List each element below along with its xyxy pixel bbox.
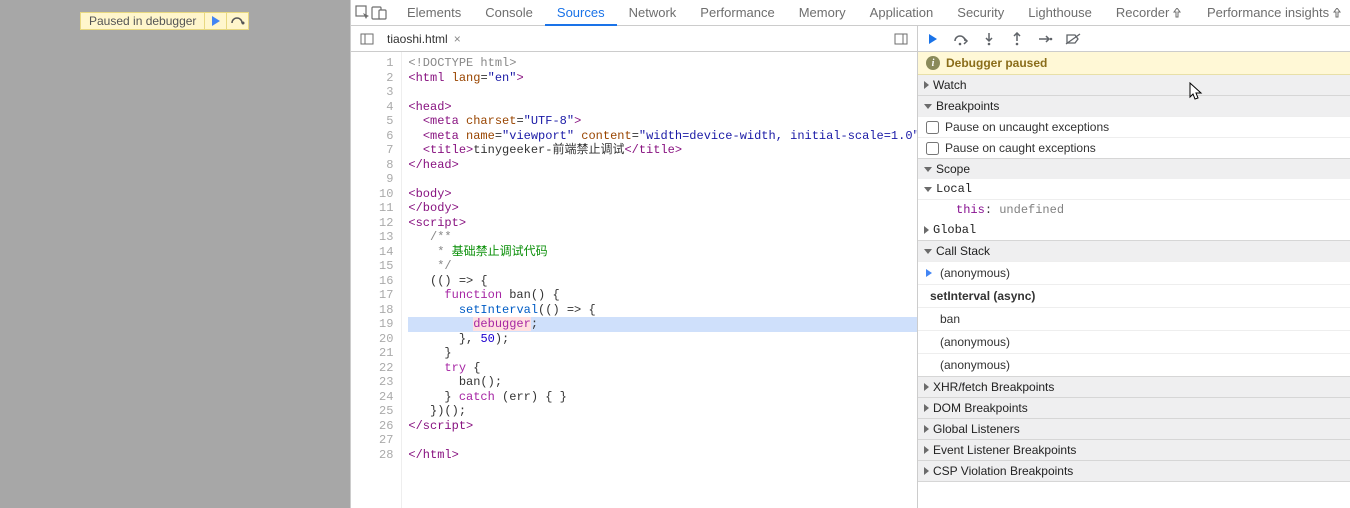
pause-caught-row[interactable]: Pause on caught exceptions: [918, 137, 1350, 158]
callstack-frame[interactable]: (anonymous): [918, 261, 1350, 284]
paused-badge-label: Paused in debugger: [81, 14, 204, 28]
step-into-icon[interactable]: [978, 28, 1000, 50]
deactivate-breakpoints-icon[interactable]: [1062, 28, 1084, 50]
event-listener-panel: Event Listener Breakpoints: [918, 440, 1350, 461]
pause-caught-checkbox[interactable]: [926, 142, 939, 155]
scope-header[interactable]: Scope: [918, 159, 1350, 179]
more-options-icon[interactable]: [889, 26, 913, 52]
callstack-frame[interactable]: (anonymous): [918, 353, 1350, 376]
callstack-async-header: setInterval (async): [918, 284, 1350, 307]
callstack-frame[interactable]: (anonymous): [918, 330, 1350, 353]
tab-application[interactable]: Application: [858, 0, 946, 26]
resume-icon[interactable]: [922, 28, 944, 50]
tab-console[interactable]: Console: [473, 0, 545, 26]
breakpoints-panel: Breakpoints Pause on uncaught exceptions…: [918, 96, 1350, 159]
watch-panel: Watch: [918, 75, 1350, 96]
pause-uncaught-row[interactable]: Pause on uncaught exceptions: [918, 116, 1350, 137]
tab-memory[interactable]: Memory: [787, 0, 858, 26]
step-out-icon[interactable]: [1006, 28, 1028, 50]
debugger-toolbar: [918, 26, 1350, 52]
scope-global[interactable]: Global: [918, 220, 1350, 240]
tab-elements[interactable]: Elements: [395, 0, 473, 26]
step-icon[interactable]: [1034, 28, 1056, 50]
step-over-icon[interactable]: [950, 28, 972, 50]
tab-lighthouse[interactable]: Lighthouse: [1016, 0, 1104, 26]
global-listeners-header[interactable]: Global Listeners: [918, 419, 1350, 439]
editor-tabbar: tiaoshi.html ×: [351, 26, 917, 52]
tab-sources[interactable]: Sources: [545, 0, 617, 26]
callstack-frame[interactable]: ban: [918, 307, 1350, 330]
csp-header[interactable]: CSP Violation Breakpoints: [918, 461, 1350, 481]
tab-performance-insights[interactable]: Performance insights: [1195, 0, 1350, 26]
pause-uncaught-checkbox[interactable]: [926, 121, 939, 134]
debugger-paused-banner: i Debugger paused: [918, 52, 1350, 75]
scope-panel: Scope Local this: undefined Global: [918, 159, 1350, 241]
scope-this-row: this: undefined: [918, 199, 1350, 220]
code-editor[interactable]: 1234567891011121314151617181920212223242…: [351, 52, 917, 508]
debugger-paused-label: Debugger paused: [946, 56, 1047, 70]
event-listener-header[interactable]: Event Listener Breakpoints: [918, 440, 1350, 460]
devtools-tabstrip: Elements Console Sources Network Perform…: [351, 0, 1350, 26]
editor-column: tiaoshi.html × 1234567891011121314151617…: [351, 26, 918, 508]
watch-header[interactable]: Watch: [918, 75, 1350, 95]
breakpoints-header[interactable]: Breakpoints: [918, 96, 1350, 116]
file-tab-label: tiaoshi.html: [387, 32, 448, 46]
close-icon[interactable]: ×: [454, 32, 461, 46]
info-icon: i: [926, 56, 940, 70]
file-tab[interactable]: tiaoshi.html ×: [379, 26, 469, 52]
global-listeners-panel: Global Listeners: [918, 419, 1350, 440]
xhr-panel: XHR/fetch Breakpoints: [918, 377, 1350, 398]
tab-security[interactable]: Security: [945, 0, 1016, 26]
resume-button[interactable]: [204, 13, 226, 29]
source-code[interactable]: <!DOCTYPE html><html lang="en"><head> <m…: [402, 52, 917, 508]
dom-bp-header[interactable]: DOM Breakpoints: [918, 398, 1350, 418]
page-content-area: [0, 0, 350, 508]
callstack-panel: Call Stack (anonymous) setInterval (asyn…: [918, 241, 1350, 377]
dom-bp-panel: DOM Breakpoints: [918, 398, 1350, 419]
inspect-element-icon[interactable]: [355, 0, 371, 26]
debugger-column: i Debugger paused Watch Breakpoints Paus…: [918, 26, 1350, 508]
line-gutter: 1234567891011121314151617181920212223242…: [351, 52, 402, 508]
tab-recorder[interactable]: Recorder: [1104, 0, 1195, 26]
tab-network[interactable]: Network: [617, 0, 689, 26]
csp-panel: CSP Violation Breakpoints: [918, 461, 1350, 482]
device-toolbar-icon[interactable]: [371, 0, 387, 26]
navigator-toggle-icon[interactable]: [355, 26, 379, 52]
tab-performance[interactable]: Performance: [688, 0, 786, 26]
devtools-panel: Elements Console Sources Network Perform…: [350, 0, 1350, 508]
step-over-button-badge[interactable]: [226, 13, 248, 29]
callstack-header[interactable]: Call Stack: [918, 241, 1350, 261]
scope-local[interactable]: Local: [918, 179, 1350, 199]
paused-in-debugger-badge: Paused in debugger: [80, 12, 249, 30]
xhr-header[interactable]: XHR/fetch Breakpoints: [918, 377, 1350, 397]
